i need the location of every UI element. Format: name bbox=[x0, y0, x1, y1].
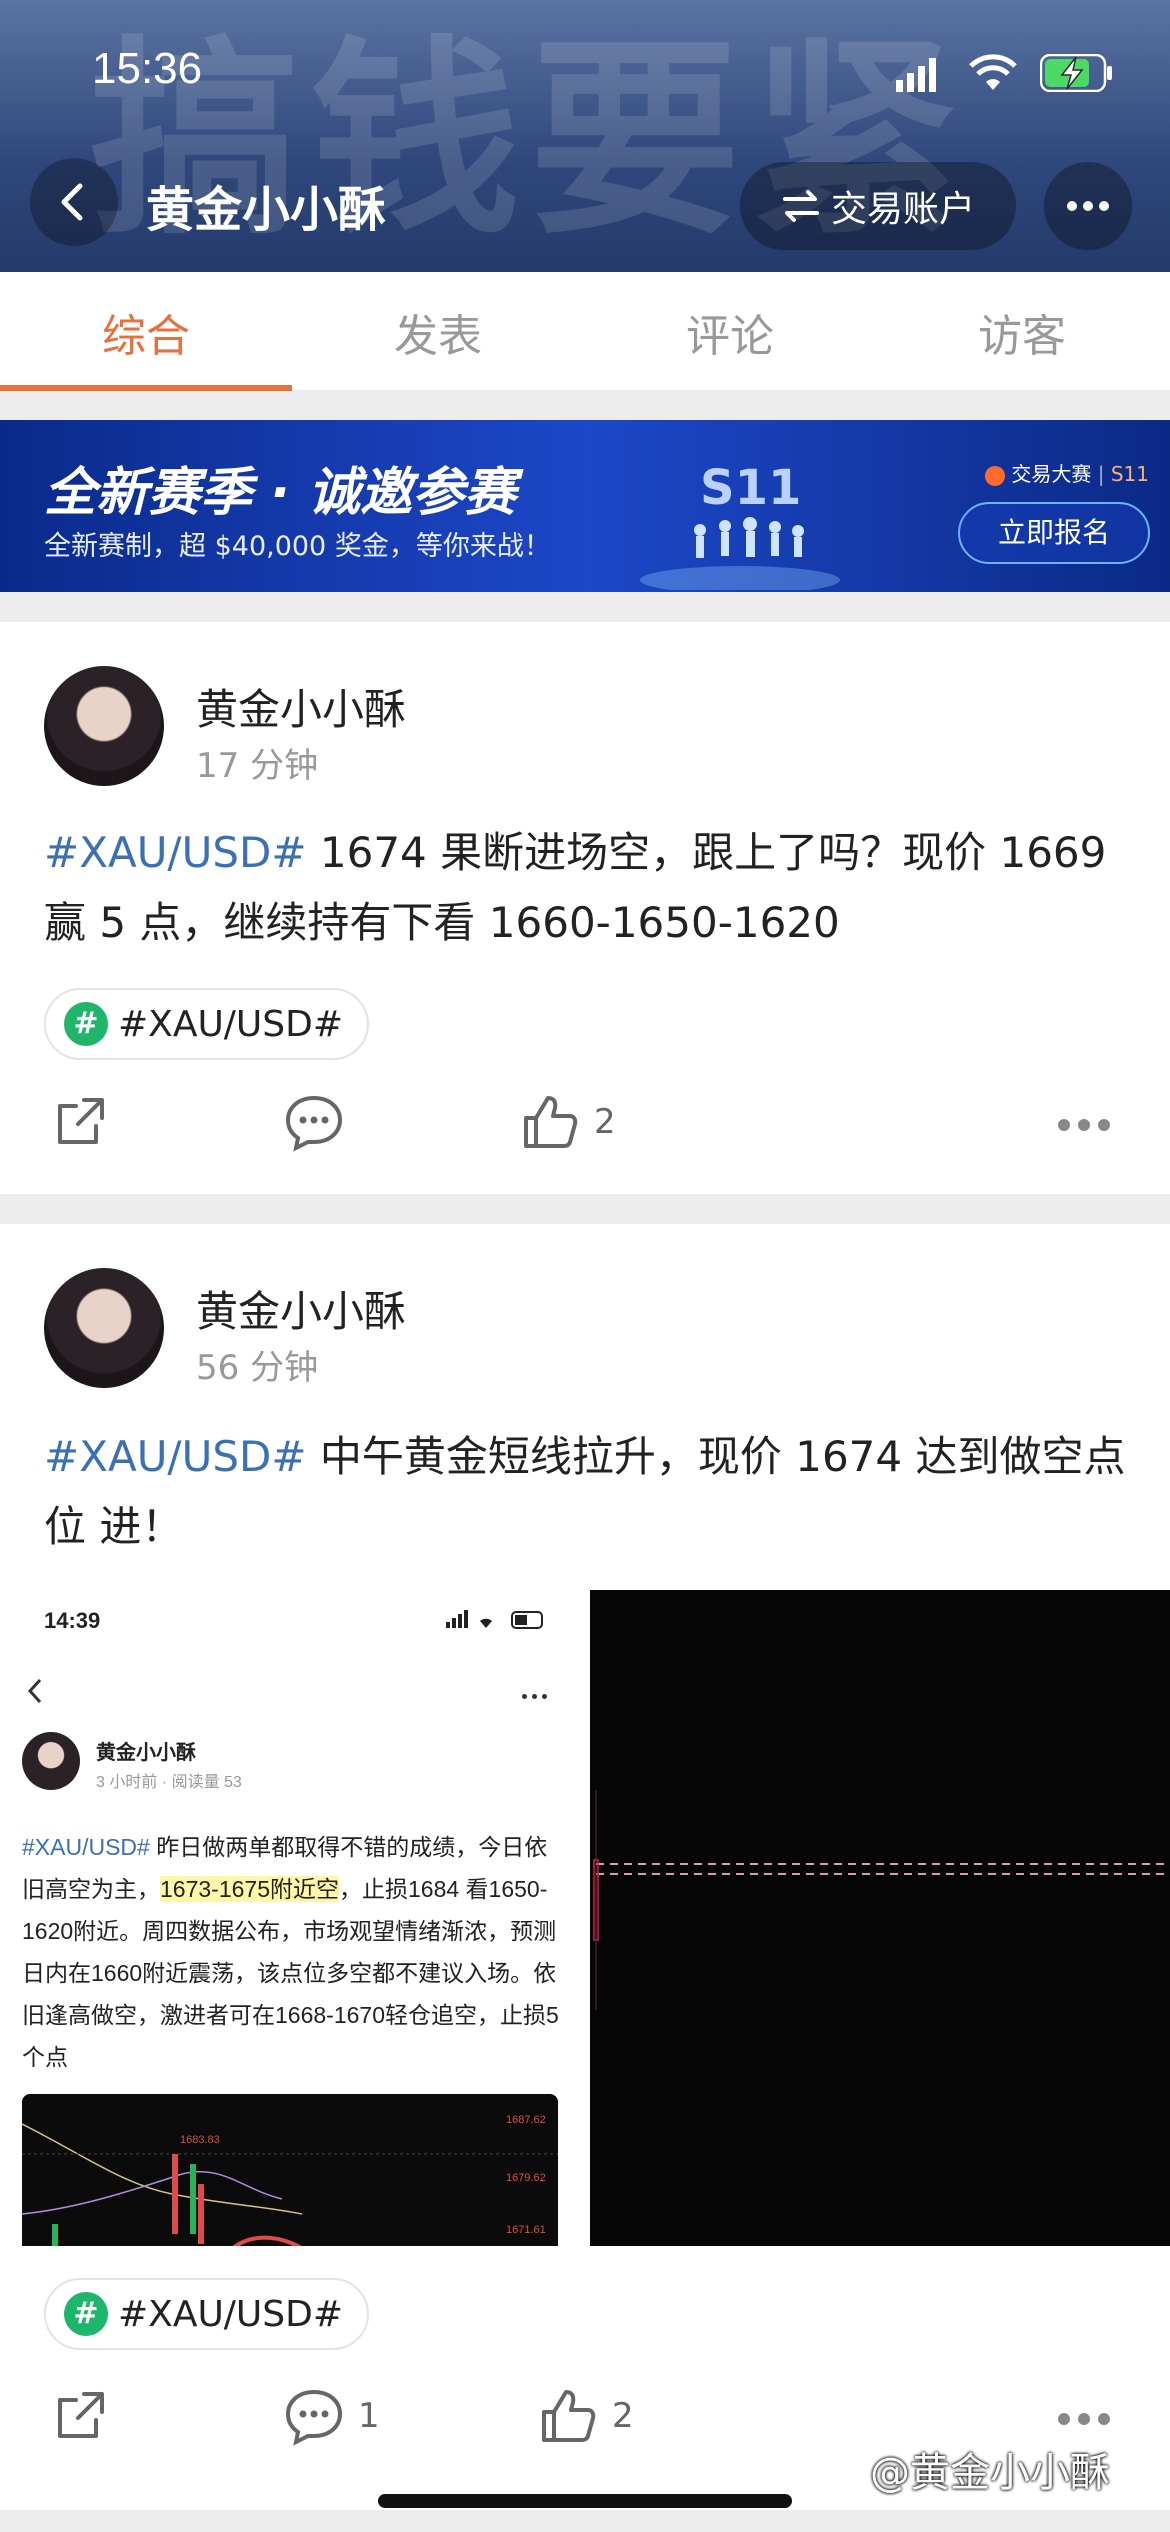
shot-chart-label: 1687.62 bbox=[506, 2114, 546, 2126]
tab-comments[interactable]: 评论 bbox=[584, 300, 876, 364]
share-icon bbox=[58, 1098, 104, 1144]
header-title: 黄金小小酥 bbox=[146, 182, 387, 238]
banner-title: 全新赛季 · 诚邀参赛 bbox=[44, 463, 516, 523]
dark-chart-graphic bbox=[593, 1790, 1170, 2010]
shot-chart: 1683.83 1687.62 1679.62 1671.61 bbox=[22, 2094, 558, 2246]
hashtag-icon: # bbox=[64, 1002, 108, 1046]
banner-logo-text: 交易大赛 bbox=[1011, 462, 1092, 486]
home-indicator[interactable] bbox=[378, 2494, 792, 2508]
like-count: 2 bbox=[594, 1102, 616, 1142]
post-more-icon[interactable] bbox=[1058, 1116, 1118, 1136]
hashtag-icon: # bbox=[64, 2292, 108, 2336]
post-author[interactable]: 黄金小小酥 bbox=[196, 676, 406, 737]
topic-label: #XAU/USD# bbox=[118, 1003, 344, 1045]
post-card: 黄金小小酥 17 分钟 #XAU/USD# 1674 果断进场空，跟上了吗？现价… bbox=[0, 622, 1170, 1194]
comment-button[interactable]: 1 bbox=[284, 2386, 380, 2446]
profile-header: 搞钱要紧 15:36 黄金小小酥 交易账户 bbox=[0, 0, 1170, 272]
tab-visitors[interactable]: 访客 bbox=[876, 300, 1168, 364]
back-icon bbox=[61, 183, 83, 221]
comment-button[interactable] bbox=[284, 1092, 358, 1152]
comment-icon bbox=[285, 1095, 343, 1152]
trade-account-button[interactable]: 交易账户 bbox=[740, 162, 1016, 250]
shot-body-2: ，止损1684 看1650-1620附近。周四数据公布，市场观望情绪渐浓，预测日… bbox=[22, 1876, 559, 2070]
post-text: #XAU/USD# 1674 果断进场空，跟上了吗？现价 1669 赢 5 点，… bbox=[44, 818, 1134, 958]
banner-season: S11 bbox=[700, 460, 802, 516]
like-count: 2 bbox=[612, 2396, 634, 2436]
swap-icon bbox=[782, 190, 819, 222]
thumbs-up-icon bbox=[542, 2390, 596, 2442]
post-hashtag[interactable]: #XAU/USD# bbox=[44, 1432, 307, 1481]
share-button[interactable] bbox=[50, 1092, 110, 1152]
shot-text: #XAU/USD# 昨日做两单都取得不错的成绩，今日依旧高空为主，1673-16… bbox=[22, 1826, 562, 2078]
shot-more-icon bbox=[522, 1684, 562, 1699]
post-time: 56 分钟 bbox=[196, 1348, 319, 1388]
comment-icon bbox=[285, 2389, 343, 2446]
wifi-icon bbox=[969, 54, 1017, 90]
shot-chart-label: 1671.61 bbox=[506, 2224, 546, 2236]
post-time: 17 分钟 bbox=[196, 746, 319, 786]
shot-back-icon bbox=[27, 1678, 42, 1704]
watermark: @黄金小小酥 bbox=[870, 2450, 1110, 2496]
banner-logo: 交易大赛 | S11 bbox=[985, 458, 1149, 487]
share-button[interactable] bbox=[50, 2386, 110, 2446]
post-image-screenshot[interactable]: 14:39 黄金小小酥 3 小时前 · 阅读量 53 #XAU/USD# 昨日做… bbox=[0, 1590, 590, 2246]
shot-chart-label: 1679.62 bbox=[506, 2172, 546, 2184]
topic-chip[interactable]: # #XAU/USD# bbox=[44, 988, 370, 1060]
like-button[interactable]: 2 bbox=[520, 1092, 616, 1152]
banner-logo-season: S11 bbox=[1110, 462, 1149, 486]
more-button[interactable] bbox=[1044, 162, 1132, 250]
shot-avatar bbox=[22, 1732, 80, 1790]
active-tab-indicator bbox=[0, 385, 292, 391]
shot-chart-graphic bbox=[22, 2123, 558, 2246]
tab-posts[interactable]: 发表 bbox=[292, 300, 584, 364]
shot-author: 黄金小小酥 bbox=[96, 1742, 196, 1764]
post-more-icon[interactable] bbox=[1058, 2410, 1118, 2430]
shot-highlight: 1673-1675附近空 bbox=[160, 1876, 339, 1902]
post-hashtag[interactable]: #XAU/USD# bbox=[44, 828, 307, 877]
status-time: 15:36 bbox=[92, 44, 203, 93]
register-button[interactable]: 立即报名 bbox=[958, 502, 1150, 564]
shot-chart-label: 1683.83 bbox=[180, 2134, 220, 2146]
promo-banner[interactable]: S11 全新赛季 · 诚邀参赛 全新赛制，超 $40,000 奖金，等你来战！ … bbox=[0, 420, 1170, 592]
shot-time: 14:39 bbox=[44, 1608, 101, 1633]
comment-count: 1 bbox=[358, 2396, 380, 2436]
share-icon bbox=[58, 2392, 104, 2438]
signal-icon bbox=[896, 58, 936, 92]
avatar[interactable] bbox=[44, 1268, 164, 1388]
back-button[interactable] bbox=[30, 158, 118, 246]
post-image-chart[interactable] bbox=[590, 1590, 1170, 2246]
post-author[interactable]: 黄金小小酥 bbox=[196, 1278, 406, 1339]
battery-charging-icon bbox=[1040, 54, 1112, 92]
post-text: #XAU/USD# 中午黄金短线拉升，现价 1674 达到做空点位 进！ bbox=[44, 1422, 1134, 1562]
brand-logo-icon bbox=[985, 465, 1005, 486]
more-icon bbox=[1067, 201, 1109, 211]
thumbs-up-icon bbox=[524, 1096, 578, 1148]
topic-chip[interactable]: # #XAU/USD# bbox=[44, 2278, 370, 2350]
avatar[interactable] bbox=[44, 666, 164, 786]
tab-overview[interactable]: 综合 bbox=[0, 300, 292, 364]
shot-status-icons bbox=[446, 1610, 543, 1629]
shot-hashtag: #XAU/USD# bbox=[22, 1834, 150, 1860]
trade-account-label: 交易账户 bbox=[830, 189, 975, 230]
banner-subtitle: 全新赛制，超 $40,000 奖金，等你来战！ bbox=[44, 531, 551, 562]
shot-meta: 3 小时前 · 阅读量 53 bbox=[96, 1774, 242, 1791]
like-button[interactable]: 2 bbox=[538, 2386, 634, 2446]
profile-tabs: 综合 发表 评论 访客 bbox=[0, 272, 1170, 390]
topic-label: #XAU/USD# bbox=[118, 2293, 344, 2335]
